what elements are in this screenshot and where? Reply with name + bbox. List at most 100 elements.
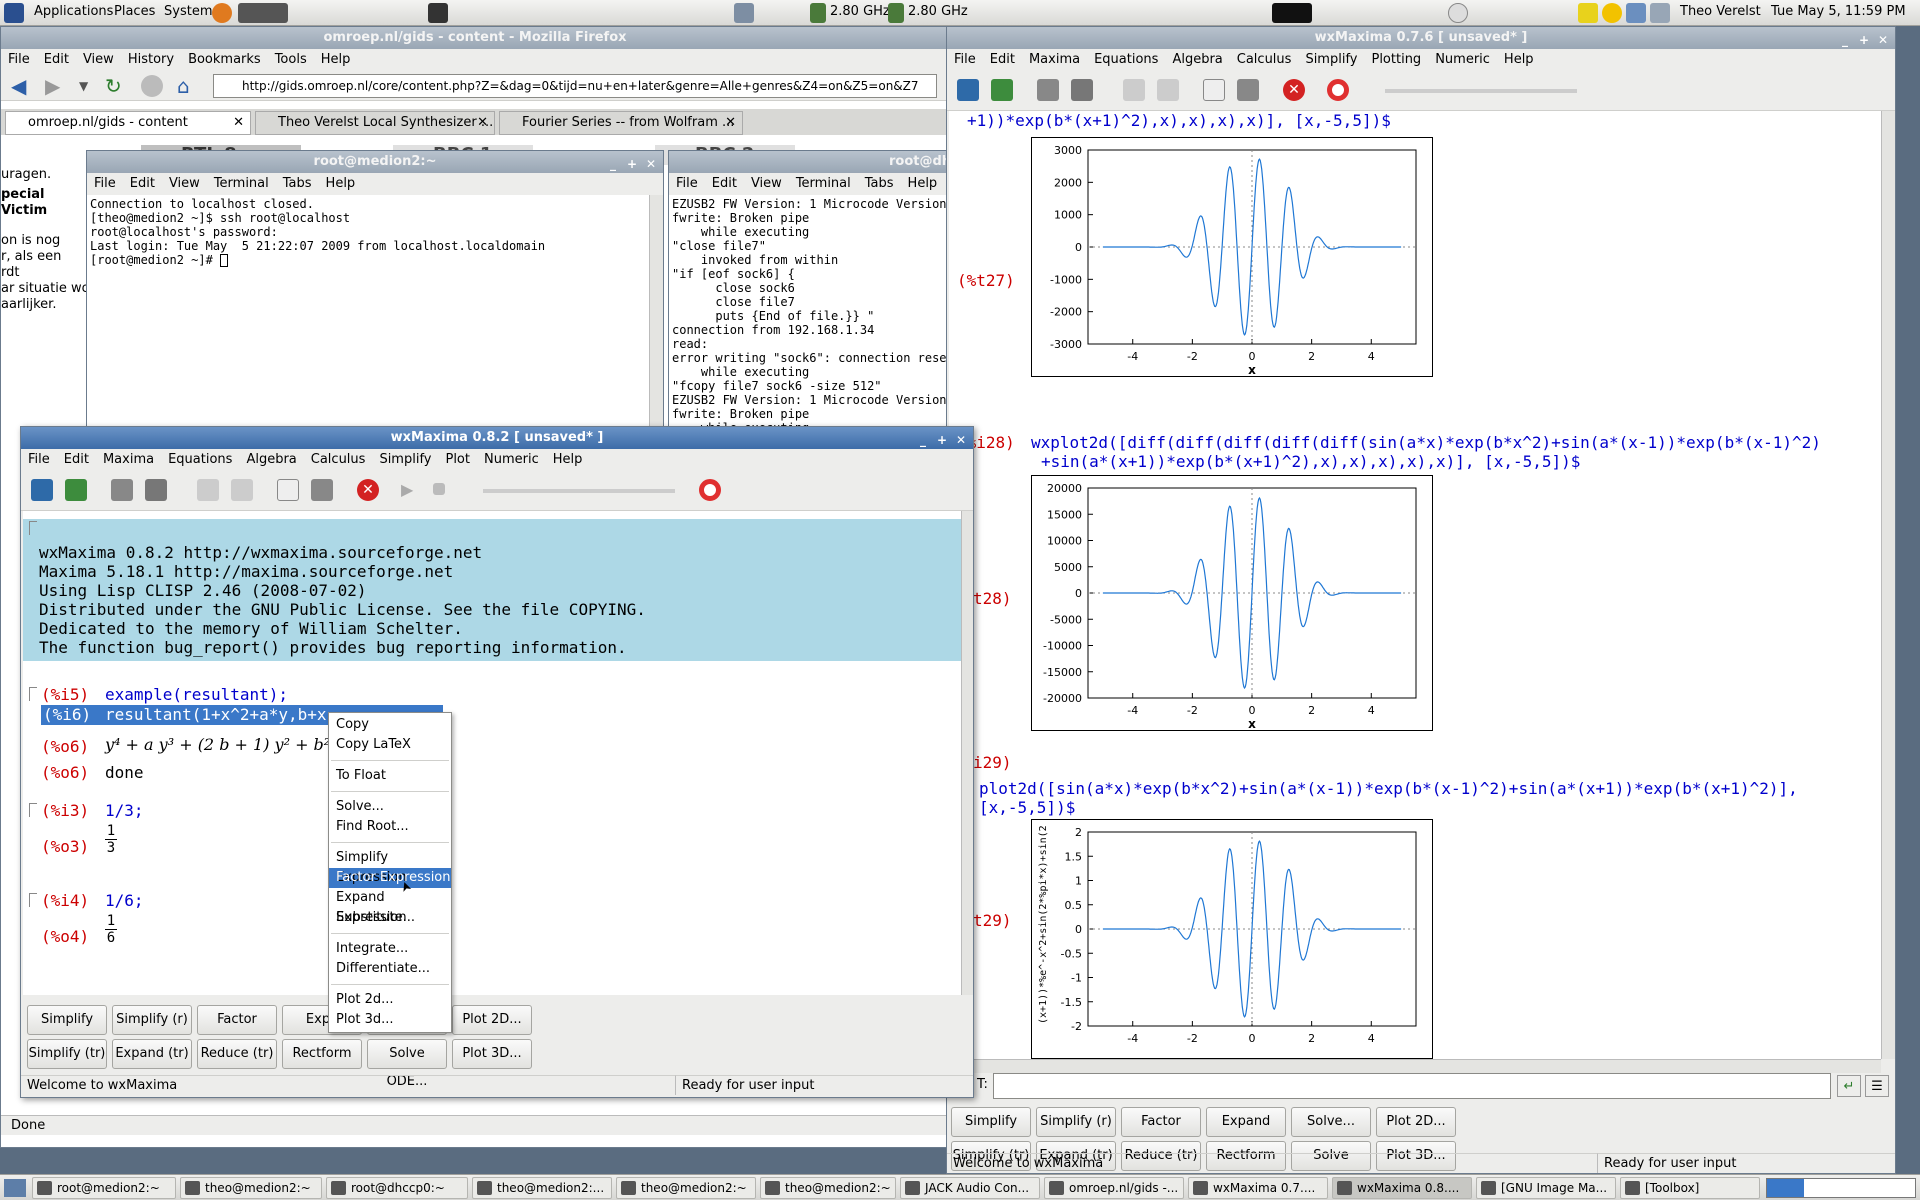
wx082-simplify-tr-button[interactable]: Simplify (tr) [27,1039,107,1069]
close-tab-icon[interactable]: ✕ [477,112,488,134]
ff-menu-view[interactable]: View [76,49,121,67]
terminal-output[interactable]: Connection to localhost closed. [theo@me… [87,195,649,439]
power-icon[interactable] [1448,3,1468,23]
term2-menu-terminal[interactable]: Terminal [789,173,858,191]
network-icon[interactable] [734,3,754,23]
terminal-scrollbar[interactable] [649,195,663,439]
wx076-worksheet[interactable]: +1))*exp(b*(x+1)^2),x),x),x),x)], [x,-5,… [949,111,1881,1059]
history-dropdown-icon[interactable]: ▼ [79,75,101,97]
wx082-menu-algebra[interactable]: Algebra [239,449,303,467]
wx076-menu-help[interactable]: Help [1497,49,1541,67]
close-tab-icon[interactable]: ✕ [233,112,244,134]
notes-icon[interactable] [1578,3,1598,23]
help-lifebuoy-icon[interactable] [1327,79,1349,101]
home-icon[interactable]: ⌂ [177,75,199,97]
wx082-plot2d-button[interactable]: Plot 2D... [452,1005,532,1035]
wx082-reduce-tr-button[interactable]: Reduce (tr) [197,1039,277,1069]
minimize-icon[interactable]: _ [915,432,931,448]
firefox-launcher-icon[interactable] [212,3,232,23]
context-menu-item[interactable]: Differentiate... [329,959,451,979]
forward-icon[interactable]: ▶ [45,75,67,97]
ff-menu-bookmarks[interactable]: Bookmarks [181,49,268,67]
animation-slider[interactable] [1385,89,1577,93]
context-menu-item[interactable]: Solve... [329,797,451,817]
input-expression[interactable]: 1/6; [105,891,144,910]
ff-menu-file[interactable]: File [1,49,37,67]
context-menu-item[interactable]: Find Root... [329,817,451,837]
wx082-factor-button[interactable]: Factor [197,1005,277,1035]
fedora-logo-icon[interactable] [4,3,24,23]
wx076-titlebar[interactable]: wxMaxima 0.7.6 [ unsaved* ] _ + ✕ [947,27,1895,49]
wx082-expand-tr-button[interactable]: Expand (tr) [112,1039,192,1069]
network-status-icon[interactable] [1650,3,1670,23]
taskbar-button[interactable]: theo@medion2:~ [760,1177,896,1199]
wx076-solve-button[interactable]: Solve... [1291,1107,1371,1137]
back-icon[interactable]: ◀ [11,75,33,97]
play-icon[interactable]: ▶ [401,479,423,501]
show-desktop-icon[interactable] [4,1179,26,1197]
maximize-icon[interactable]: + [1856,32,1872,48]
print-icon[interactable] [1037,79,1059,101]
context-menu-item[interactable]: Integrate... [329,939,451,959]
wx076-command-input[interactable] [993,1073,1831,1099]
context-menu-item[interactable]: Simplify Expression [329,848,451,885]
terminal2-titlebar[interactable]: root@dhc [669,151,947,173]
terminal2-output[interactable]: EZUSB2 FW Version: 1 Microcode Version: … [669,195,947,439]
cut-icon[interactable] [231,479,253,501]
wx082-rectform-button[interactable]: Rectform [282,1039,362,1069]
wx076-expand-button[interactable]: Expand [1206,1107,1286,1137]
stop-load-icon[interactable] [141,75,163,97]
context-menu-item[interactable]: To Float [329,766,451,786]
wx082-solve-ode-button[interactable]: Solve ODE... [367,1039,447,1089]
term2-menu-file[interactable]: File [669,173,705,191]
ff-menu-history[interactable]: History [121,49,181,67]
wx082-menu-numeric[interactable]: Numeric [477,449,546,467]
copy-icon[interactable] [197,479,219,501]
term2-menu-help[interactable]: Help [901,173,945,191]
wx076-simplify-r-button[interactable]: Simplify (r) [1036,1107,1116,1137]
wx082-menu-edit[interactable]: Edit [57,449,96,467]
reload-icon[interactable]: ↻ [105,75,127,97]
preferences-icon[interactable] [1071,79,1093,101]
context-menu-item[interactable]: Factor Expression [329,868,451,888]
term-menu-terminal[interactable]: Terminal [207,173,276,191]
interrupt-icon[interactable]: ✕ [357,479,379,501]
open-icon[interactable] [957,79,979,101]
wx076-hscrollbar[interactable] [949,1059,1881,1073]
display-icon[interactable] [1626,3,1646,23]
tab-synthesizer[interactable]: Theo Verelst Local Synthesizer ... ✕ [255,111,495,135]
cut-icon[interactable] [1157,79,1179,101]
term-menu-help[interactable]: Help [319,173,363,191]
workspace-1[interactable] [1767,1179,1804,1197]
help-lifebuoy-icon[interactable] [699,479,721,501]
copy-icon[interactable] [1123,79,1145,101]
term-menu-file[interactable]: File [87,173,123,191]
cell-bracket[interactable] [29,687,37,701]
wx076-menu-equations[interactable]: Equations [1087,49,1165,67]
wx076-menu-file[interactable]: File [947,49,983,67]
taskbar-button[interactable]: root@dhccp0:~ [326,1177,468,1199]
maximize-icon[interactable]: + [624,156,640,172]
taskbar-button[interactable]: [GNU Image Ma... [1476,1177,1616,1199]
wx076-menu-simplify[interactable]: Simplify [1298,49,1364,67]
term-menu-view[interactable]: View [162,173,207,191]
wx082-titlebar[interactable]: wxMaxima 0.8.2 [ unsaved* ] _ + ✕ [21,427,973,449]
firefox-titlebar[interactable]: omroep.nl/gids - content - Mozilla Firef… [1,27,949,49]
stop-animation-icon[interactable] [433,483,445,495]
user-name[interactable]: Theo Verelst [1680,4,1761,19]
term2-menu-view[interactable]: View [744,173,789,191]
cell-bracket[interactable] [29,521,37,535]
interrupt-icon[interactable]: ✕ [1283,79,1305,101]
wx082-menu-equations[interactable]: Equations [161,449,239,467]
minimize-icon[interactable]: _ [1837,32,1853,48]
context-menu-item[interactable]: Copy [329,715,451,735]
save-icon[interactable] [65,479,87,501]
wx076-menu-plotting[interactable]: Plotting [1364,49,1428,67]
taskbar-button[interactable]: JACK Audio Con... [900,1177,1040,1199]
settings-icon[interactable] [311,479,333,501]
save-icon[interactable] [991,79,1013,101]
wx076-plot2d-button[interactable]: Plot 2D... [1376,1107,1456,1137]
wx076-menu-calculus[interactable]: Calculus [1230,49,1299,67]
wx076-vscrollbar[interactable] [1881,111,1895,1059]
ff-menu-edit[interactable]: Edit [37,49,76,67]
